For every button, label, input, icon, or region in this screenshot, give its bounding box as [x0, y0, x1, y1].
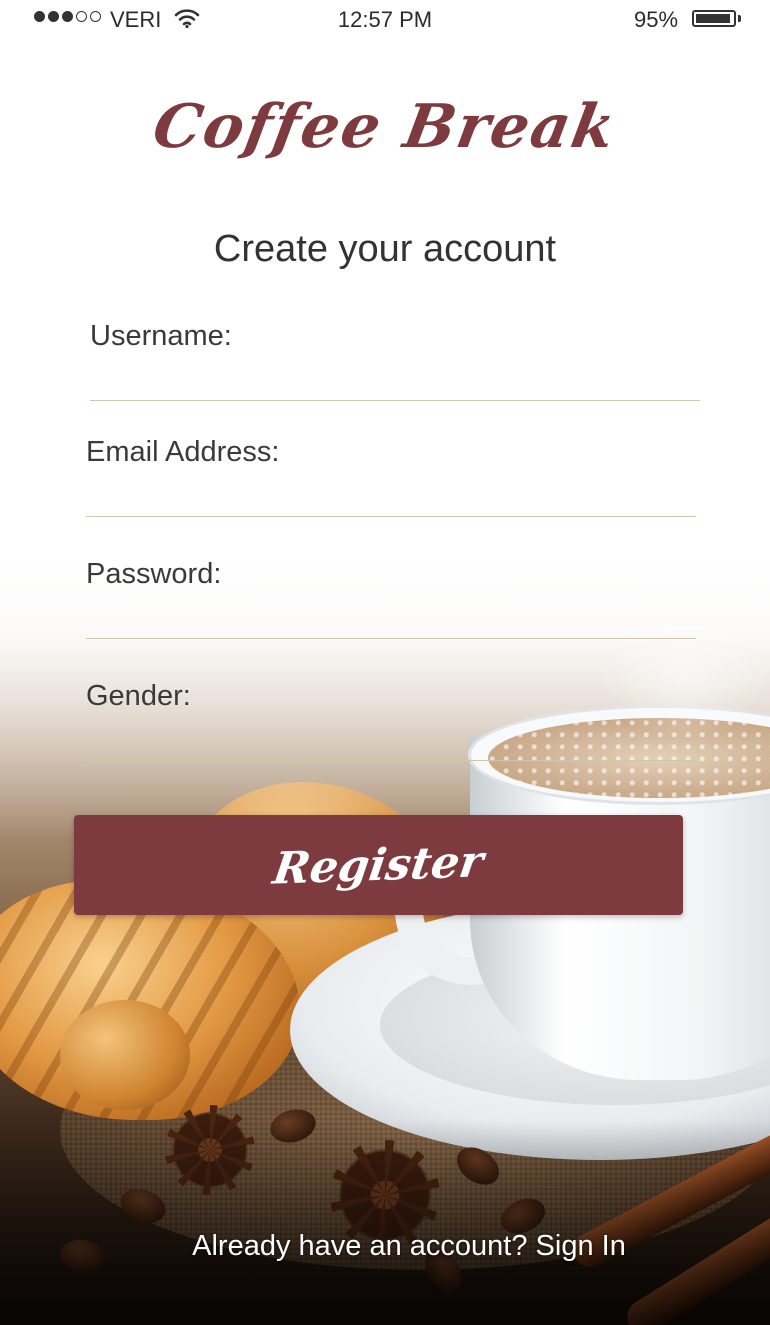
signin-prompt-text: Already have an account?	[192, 1230, 528, 1262]
signin-prompt-row: Already have an account? Sign In	[0, 1230, 770, 1263]
battery-level	[696, 14, 731, 23]
username-input[interactable]	[90, 359, 700, 401]
signin-link[interactable]: Sign In	[536, 1230, 626, 1262]
croissant-tip	[60, 1000, 190, 1110]
password-field: Password:	[86, 558, 696, 639]
bottom-shadow	[0, 1120, 770, 1325]
battery-percentage: 95%	[634, 7, 679, 32]
username-field: Username:	[90, 320, 700, 401]
page-title: Create your account	[213, 228, 557, 270]
password-input[interactable]	[86, 597, 696, 639]
gender-field: Gender:	[86, 680, 696, 761]
register-button-label: Register	[270, 835, 487, 895]
app-logo: Coffee Break	[148, 92, 622, 162]
battery-nub	[738, 15, 741, 22]
email-label: Email Address:	[86, 436, 280, 468]
battery-icon	[692, 10, 736, 27]
gender-input[interactable]	[86, 719, 696, 761]
email-field: Email Address:	[86, 436, 696, 517]
gender-label: Gender:	[86, 680, 191, 712]
register-button[interactable]: Register	[74, 815, 683, 915]
email-input[interactable]	[86, 475, 696, 517]
background-photo	[0, 0, 770, 1325]
password-label: Password:	[86, 558, 222, 590]
username-label: Username:	[90, 320, 232, 352]
status-bar: VERI 12:57 PM 95%	[0, 0, 770, 40]
